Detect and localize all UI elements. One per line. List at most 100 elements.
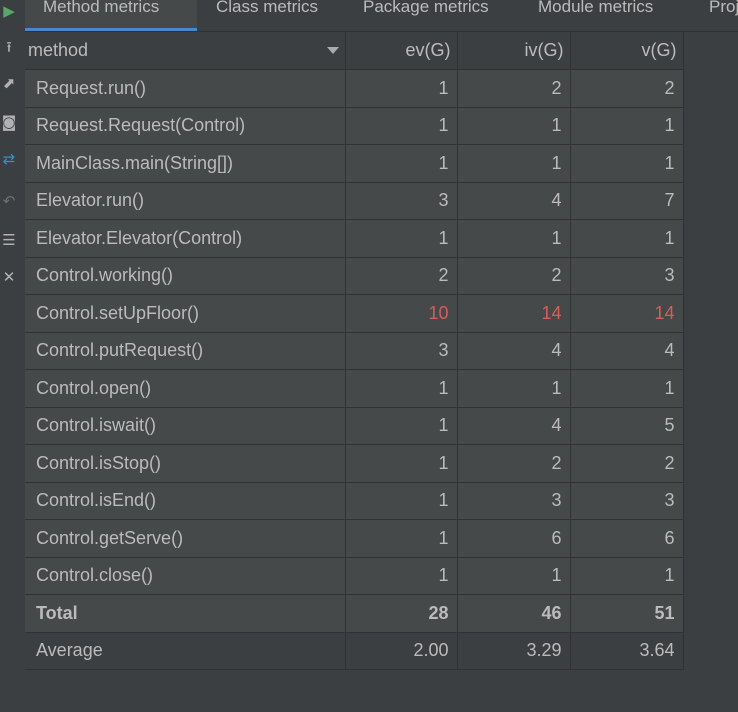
iv-cell: 2 [457, 69, 571, 108]
diff-icon[interactable]: ⇄ [0, 148, 18, 170]
ev-cell: 1 [345, 557, 458, 595]
sort-dropdown-icon[interactable] [326, 47, 339, 54]
iv-cell: 6 [457, 519, 571, 558]
expand-icon[interactable]: ⬈ [0, 72, 18, 94]
snapshot-icon[interactable]: ◙ [0, 111, 18, 133]
table-row[interactable]: MainClass.main(String[]) 1 1 1 [25, 144, 684, 183]
method-cell: Control.close() [25, 557, 346, 595]
method-cell: Control.isEnd() [25, 482, 346, 520]
v-cell: 6 [570, 519, 684, 558]
column-header-method[interactable]: method [25, 32, 346, 70]
table-row[interactable]: Total 28 46 51 [25, 594, 684, 633]
metrics-table: method ev(G) iv(G) v(G) Request.run() 1 2 2… [25, 32, 684, 670]
v-cell: 1 [570, 369, 684, 408]
method-cell: Control.iswait() [25, 407, 346, 445]
column-header-label: ev(G) [405, 40, 451, 60]
tab-class-metrics[interactable]: Class metrics [216, 0, 318, 31]
iv-cell: 1 [457, 144, 571, 183]
tab-method-metrics[interactable]: Method metrics [25, 0, 197, 31]
column-header-label: v(G) [641, 40, 677, 60]
empty-area [25, 670, 738, 712]
ev-cell: 10 [345, 294, 458, 333]
settings-icon[interactable]: ☰ [0, 229, 18, 251]
table-row[interactable]: Control.open() 1 1 1 [25, 369, 684, 408]
method-cell: Control.putRequest() [25, 332, 346, 370]
run-icon[interactable]: ▶ [0, 0, 18, 22]
ev-cell: 1 [345, 444, 458, 483]
column-header-iv[interactable]: iv(G) [457, 32, 571, 70]
table-body: Request.run() 1 2 2 Request.Request(Control)… [25, 69, 684, 670]
v-cell: 2 [570, 444, 684, 483]
v-cell: 3.64 [570, 632, 684, 670]
iv-cell: 2 [457, 257, 571, 295]
v-cell: 3 [570, 257, 684, 295]
column-header-v[interactable]: v(G) [570, 32, 684, 70]
ev-cell: 1 [345, 482, 458, 520]
table-row[interactable]: Elevator.Elevator(Control) 1 1 1 [25, 219, 684, 258]
tab-module-metrics[interactable]: Module metrics [538, 0, 653, 31]
table-row[interactable]: Control.iswait() 1 4 5 [25, 407, 684, 445]
ev-cell: 1 [345, 69, 458, 108]
table-row[interactable]: Control.setUpFloor() 10 14 14 [25, 294, 684, 333]
iv-cell: 1 [457, 557, 571, 595]
ev-cell: 1 [345, 107, 458, 145]
tab-label: Package metrics [363, 0, 489, 16]
tab-label: Proj [709, 0, 738, 16]
tab-project-metrics[interactable]: Proj [709, 0, 738, 31]
ev-cell: 1 [345, 369, 458, 408]
method-cell: Control.isStop() [25, 444, 346, 483]
table-row[interactable]: Control.working() 2 2 3 [25, 257, 684, 295]
table-row[interactable]: Elevator.run() 3 4 7 [25, 182, 684, 220]
ev-cell: 1 [345, 144, 458, 183]
method-cell: Elevator.Elevator(Control) [25, 219, 346, 258]
close-icon[interactable]: ✕ [0, 266, 18, 288]
table-row[interactable]: Control.isStop() 1 2 2 [25, 444, 684, 483]
method-cell: Control.open() [25, 369, 346, 408]
table-row[interactable]: Request.Request(Control) 1 1 1 [25, 107, 684, 145]
side-toolbar: ▶ ⭱ ⬈ ◙ ⇄ ↶ ☰ ✕ [0, 0, 26, 712]
empty-area [684, 32, 738, 670]
v-cell: 1 [570, 144, 684, 183]
v-cell: 1 [570, 107, 684, 145]
iv-cell: 46 [457, 594, 571, 633]
v-cell: 14 [570, 294, 684, 333]
table-row[interactable]: Control.close() 1 1 1 [25, 557, 684, 595]
tab-package-metrics[interactable]: Package metrics [363, 0, 489, 31]
v-cell: 5 [570, 407, 684, 445]
method-cell: Elevator.run() [25, 182, 346, 220]
method-cell: Control.working() [25, 257, 346, 295]
method-cell: MainClass.main(String[]) [25, 144, 346, 183]
metrics-tool-window: ▶ ⭱ ⬈ ◙ ⇄ ↶ ☰ ✕ Method metrics Class met… [0, 0, 738, 712]
column-header-ev[interactable]: ev(G) [345, 32, 458, 70]
ev-cell: 28 [345, 594, 458, 633]
iv-cell: 1 [457, 107, 571, 145]
iv-cell: 3 [457, 482, 571, 520]
export-icon[interactable]: ⭱ [0, 36, 18, 58]
ev-cell: 2 [345, 257, 458, 295]
v-cell: 2 [570, 69, 684, 108]
iv-cell: 4 [457, 407, 571, 445]
column-header-label: method [28, 40, 89, 60]
undo-icon[interactable]: ↶ [0, 190, 18, 212]
ev-cell: 1 [345, 219, 458, 258]
table-row[interactable]: Control.isEnd() 1 3 3 [25, 482, 684, 520]
ev-cell: 2.00 [345, 632, 458, 670]
v-cell: 7 [570, 182, 684, 220]
method-cell: Request.Request(Control) [25, 107, 346, 145]
column-header-label: iv(G) [524, 40, 564, 60]
table-header: method ev(G) iv(G) v(G) [25, 32, 684, 70]
table-row[interactable]: Control.putRequest() 3 4 4 [25, 332, 684, 370]
iv-cell: 4 [457, 182, 571, 220]
ev-cell: 3 [345, 332, 458, 370]
tab-label: Class metrics [216, 0, 319, 16]
method-cell: Control.setUpFloor() [25, 294, 346, 333]
metrics-tab-bar: Method metrics Class metrics Package met… [25, 0, 738, 32]
iv-cell: 2 [457, 444, 571, 483]
table-row[interactable]: Average 2.00 3.29 3.64 [25, 632, 684, 670]
table-row[interactable]: Request.run() 1 2 2 [25, 69, 684, 108]
method-cell: Control.getServe() [25, 519, 346, 558]
iv-cell: 1 [457, 369, 571, 408]
iv-cell: 14 [457, 294, 571, 333]
table-row[interactable]: Control.getServe() 1 6 6 [25, 519, 684, 558]
tab-label: Module metrics [538, 0, 654, 16]
